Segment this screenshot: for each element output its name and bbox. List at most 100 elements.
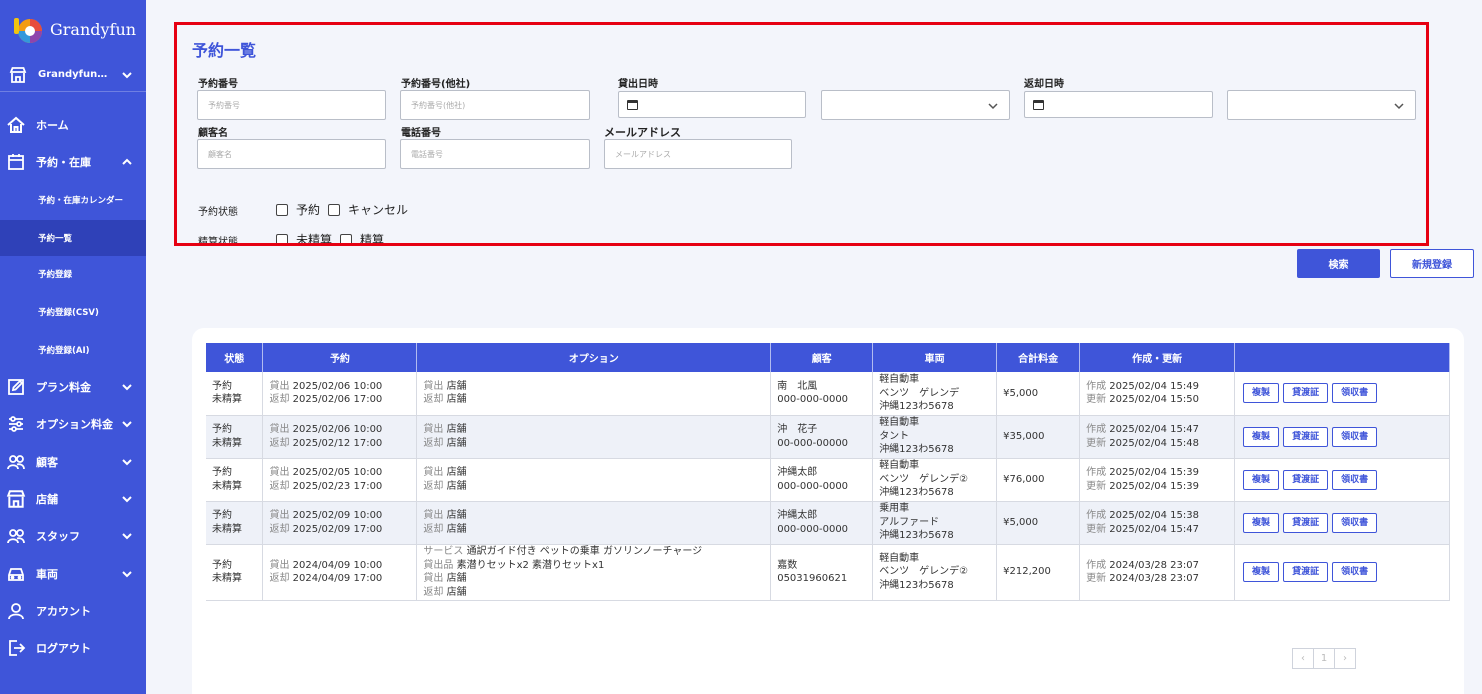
option-line: サービス 通訳ガイド付き ペットの乗車 ガソリンノーチャージ (423, 545, 764, 559)
updated-label: 更新 (1086, 480, 1107, 492)
return-datetime: 2024/04/09 17:00 (292, 573, 383, 584)
store-selector[interactable]: Grandyfun… (0, 58, 146, 92)
receipt-button[interactable]: 領収書 (1332, 562, 1378, 582)
sidebar-item-account[interactable]: アカウント (0, 593, 146, 629)
option-cell: 貸出 店舗 返却 店舗 (416, 501, 772, 545)
rental-certificate-button[interactable]: 貸渡証 (1283, 426, 1329, 447)
search-button[interactable]: 検索 (1297, 249, 1380, 278)
edit-icon (6, 377, 26, 397)
sidebar-item-label: ホーム (36, 119, 69, 132)
option-type: 貸出 (423, 424, 444, 435)
status-cell: 予約 未精算 (206, 501, 264, 545)
rental-certificate-button[interactable]: 貸渡証 (1283, 383, 1329, 404)
sidebar-item-reservation[interactable]: 予約・在庫 (0, 144, 146, 180)
option-value: 店舗 (446, 523, 467, 535)
receipt-button[interactable]: 領収書 (1332, 512, 1378, 533)
option-type: 貸出 (423, 510, 444, 521)
rent-label: 貸出 (269, 424, 290, 435)
reservation-status: 予約 (212, 467, 232, 478)
total-cell: ¥5,000 (996, 501, 1081, 545)
sidebar-item-label: 車両 (36, 568, 58, 581)
sidebar-item-logout[interactable]: ログアウト (0, 630, 146, 666)
customer-name: 嘉数 (777, 559, 798, 571)
return-label: 返却 (269, 394, 290, 406)
table-row[interactable]: 予約 未精算 貸出 2025/02/05 10:00 返却 2025/02/23 17… (206, 458, 1450, 502)
reservation-status: 予約 (212, 559, 232, 571)
reservation-status: 予約 (212, 510, 232, 521)
chevron-down-icon (122, 571, 132, 578)
copy-button[interactable]: 複製 (1243, 426, 1280, 447)
payment-status: 未精算 (212, 573, 242, 584)
table-row[interactable]: 予約 未精算 貸出 2024/04/09 10:00 返却 2024/04/09 17… (206, 544, 1450, 601)
sidebar-item-staff[interactable]: スタッフ (0, 518, 146, 554)
status-cell: 予約 未精算 (206, 415, 264, 459)
total-cell: ¥35,000 (996, 415, 1081, 459)
sidebar-item-option-price[interactable]: オプション料金 (0, 406, 146, 442)
column-header (1234, 343, 1450, 372)
customer-name: 沖 花子 (777, 424, 818, 435)
sidebar-subitem-reservation-csv[interactable]: 予約登録(CSV) (0, 294, 146, 330)
new-register-button[interactable]: 新規登録 (1390, 249, 1474, 278)
total-cell: ¥76,000 (996, 458, 1081, 502)
sidebar-item-store[interactable]: 店舗 (0, 481, 146, 517)
sidebar-item-home[interactable]: ホーム (0, 107, 146, 143)
sidebar-subitem-label: 予約登録(CSV) (38, 308, 99, 318)
vehicle-class: 乗用車 (879, 503, 910, 515)
vehicle-plate: 沖縄123わ5678 (879, 401, 954, 412)
created-label: 作成 (1086, 380, 1107, 392)
table-row[interactable]: 予約 未精算 貸出 2025/02/06 10:00 返却 2025/02/12 17… (206, 415, 1450, 459)
rent-datetime: 2025/02/06 10:00 (292, 424, 383, 435)
timestamp-cell: 作成 2024/03/28 23:07 更新 2024/03/28 23:07 (1079, 544, 1236, 601)
rental-certificate-button[interactable]: 貸渡証 (1283, 512, 1329, 533)
copy-button[interactable]: 複製 (1243, 512, 1280, 533)
next-page-button[interactable]: › (1334, 648, 1356, 669)
table-row[interactable]: 予約 未精算 貸出 2025/02/09 10:00 返却 2025/02/09 17… (206, 501, 1450, 545)
return-label: 返却 (269, 437, 290, 449)
store-name: Grandyfun… (38, 69, 108, 80)
page-number-button[interactable]: 1 (1313, 648, 1335, 669)
copy-button[interactable]: 複製 (1243, 469, 1280, 490)
sidebar-subitem-reservation-list[interactable]: 予約一覧 (0, 220, 146, 256)
sidebar-item-vehicle[interactable]: 車両 (0, 556, 146, 592)
vehicle-class: 軽自動車 (879, 460, 920, 472)
receipt-button[interactable]: 領収書 (1332, 426, 1378, 447)
user-icon (6, 601, 26, 621)
rental-certificate-button[interactable]: 貸渡証 (1283, 469, 1329, 490)
sidebar-item-label: プラン料金 (36, 381, 91, 394)
rental-certificate-button[interactable]: 貸渡証 (1283, 562, 1329, 582)
rent-label: 貸出 (269, 467, 290, 478)
vehicle-cell: 軽自動車 タント 沖縄123わ5678 (872, 415, 998, 459)
reservation-cell: 貸出 2025/02/09 10:00 返却 2025/02/09 17:00 (262, 501, 418, 545)
receipt-button[interactable]: 領収書 (1332, 469, 1378, 490)
vehicle-model: ベンツ ゲレンデ (879, 387, 960, 399)
actions-cell: 複製 貸渡証 領収書 (1234, 501, 1450, 545)
customer-name: 沖縄太郎 (777, 510, 818, 521)
vehicle-cell: 軽自動車 ベンツ ゲレンデ② 沖縄123わ5678 (872, 544, 998, 601)
sidebar-subitem-label: 予約一覧 (38, 234, 73, 244)
copy-button[interactable]: 複製 (1243, 562, 1280, 582)
sidebar-item-plan-price[interactable]: プラン料金 (0, 369, 146, 405)
return-datetime: 2025/02/12 17:00 (292, 437, 383, 449)
option-type: 貸出 (423, 467, 444, 478)
customer-phone: 000-000-0000 (777, 394, 849, 406)
vehicle-plate: 沖縄123わ5678 (879, 579, 954, 591)
app-logo[interactable]: Grandyfun (10, 12, 136, 46)
vehicle-plate: 沖縄123わ5678 (879, 444, 954, 456)
option-line: 返却 店舗 (423, 586, 764, 600)
sidebar-item-customer[interactable]: 顧客 (0, 444, 146, 480)
sidebar-subitem-reservation-ai[interactable]: 予約登録(AI) (0, 332, 146, 368)
option-value: 店舗 (446, 467, 467, 478)
option-value: 素潜りセットx2 素潜りセットx1 (456, 559, 605, 571)
receipt-button[interactable]: 領収書 (1332, 383, 1378, 404)
vehicle-plate: 沖縄123わ5678 (879, 530, 954, 542)
vehicle-class: 軽自動車 (879, 374, 920, 385)
copy-button[interactable]: 複製 (1243, 383, 1280, 404)
total-cell: ¥5,000 (996, 372, 1081, 416)
updated-datetime: 2025/02/04 15:39 (1109, 480, 1199, 492)
sidebar-subitem-calendar[interactable]: 予約・在庫カレンダー (0, 182, 146, 218)
sidebar-subitem-reservation-register[interactable]: 予約登録 (0, 256, 146, 292)
vehicle-cell: 乗用車 アルファード 沖縄123わ5678 (872, 501, 998, 545)
payment-status: 未精算 (212, 394, 242, 406)
table-row[interactable]: 予約 未精算 貸出 2025/02/06 10:00 返却 2025/02/06 17… (206, 372, 1450, 416)
prev-page-button[interactable]: ‹ (1292, 648, 1314, 669)
